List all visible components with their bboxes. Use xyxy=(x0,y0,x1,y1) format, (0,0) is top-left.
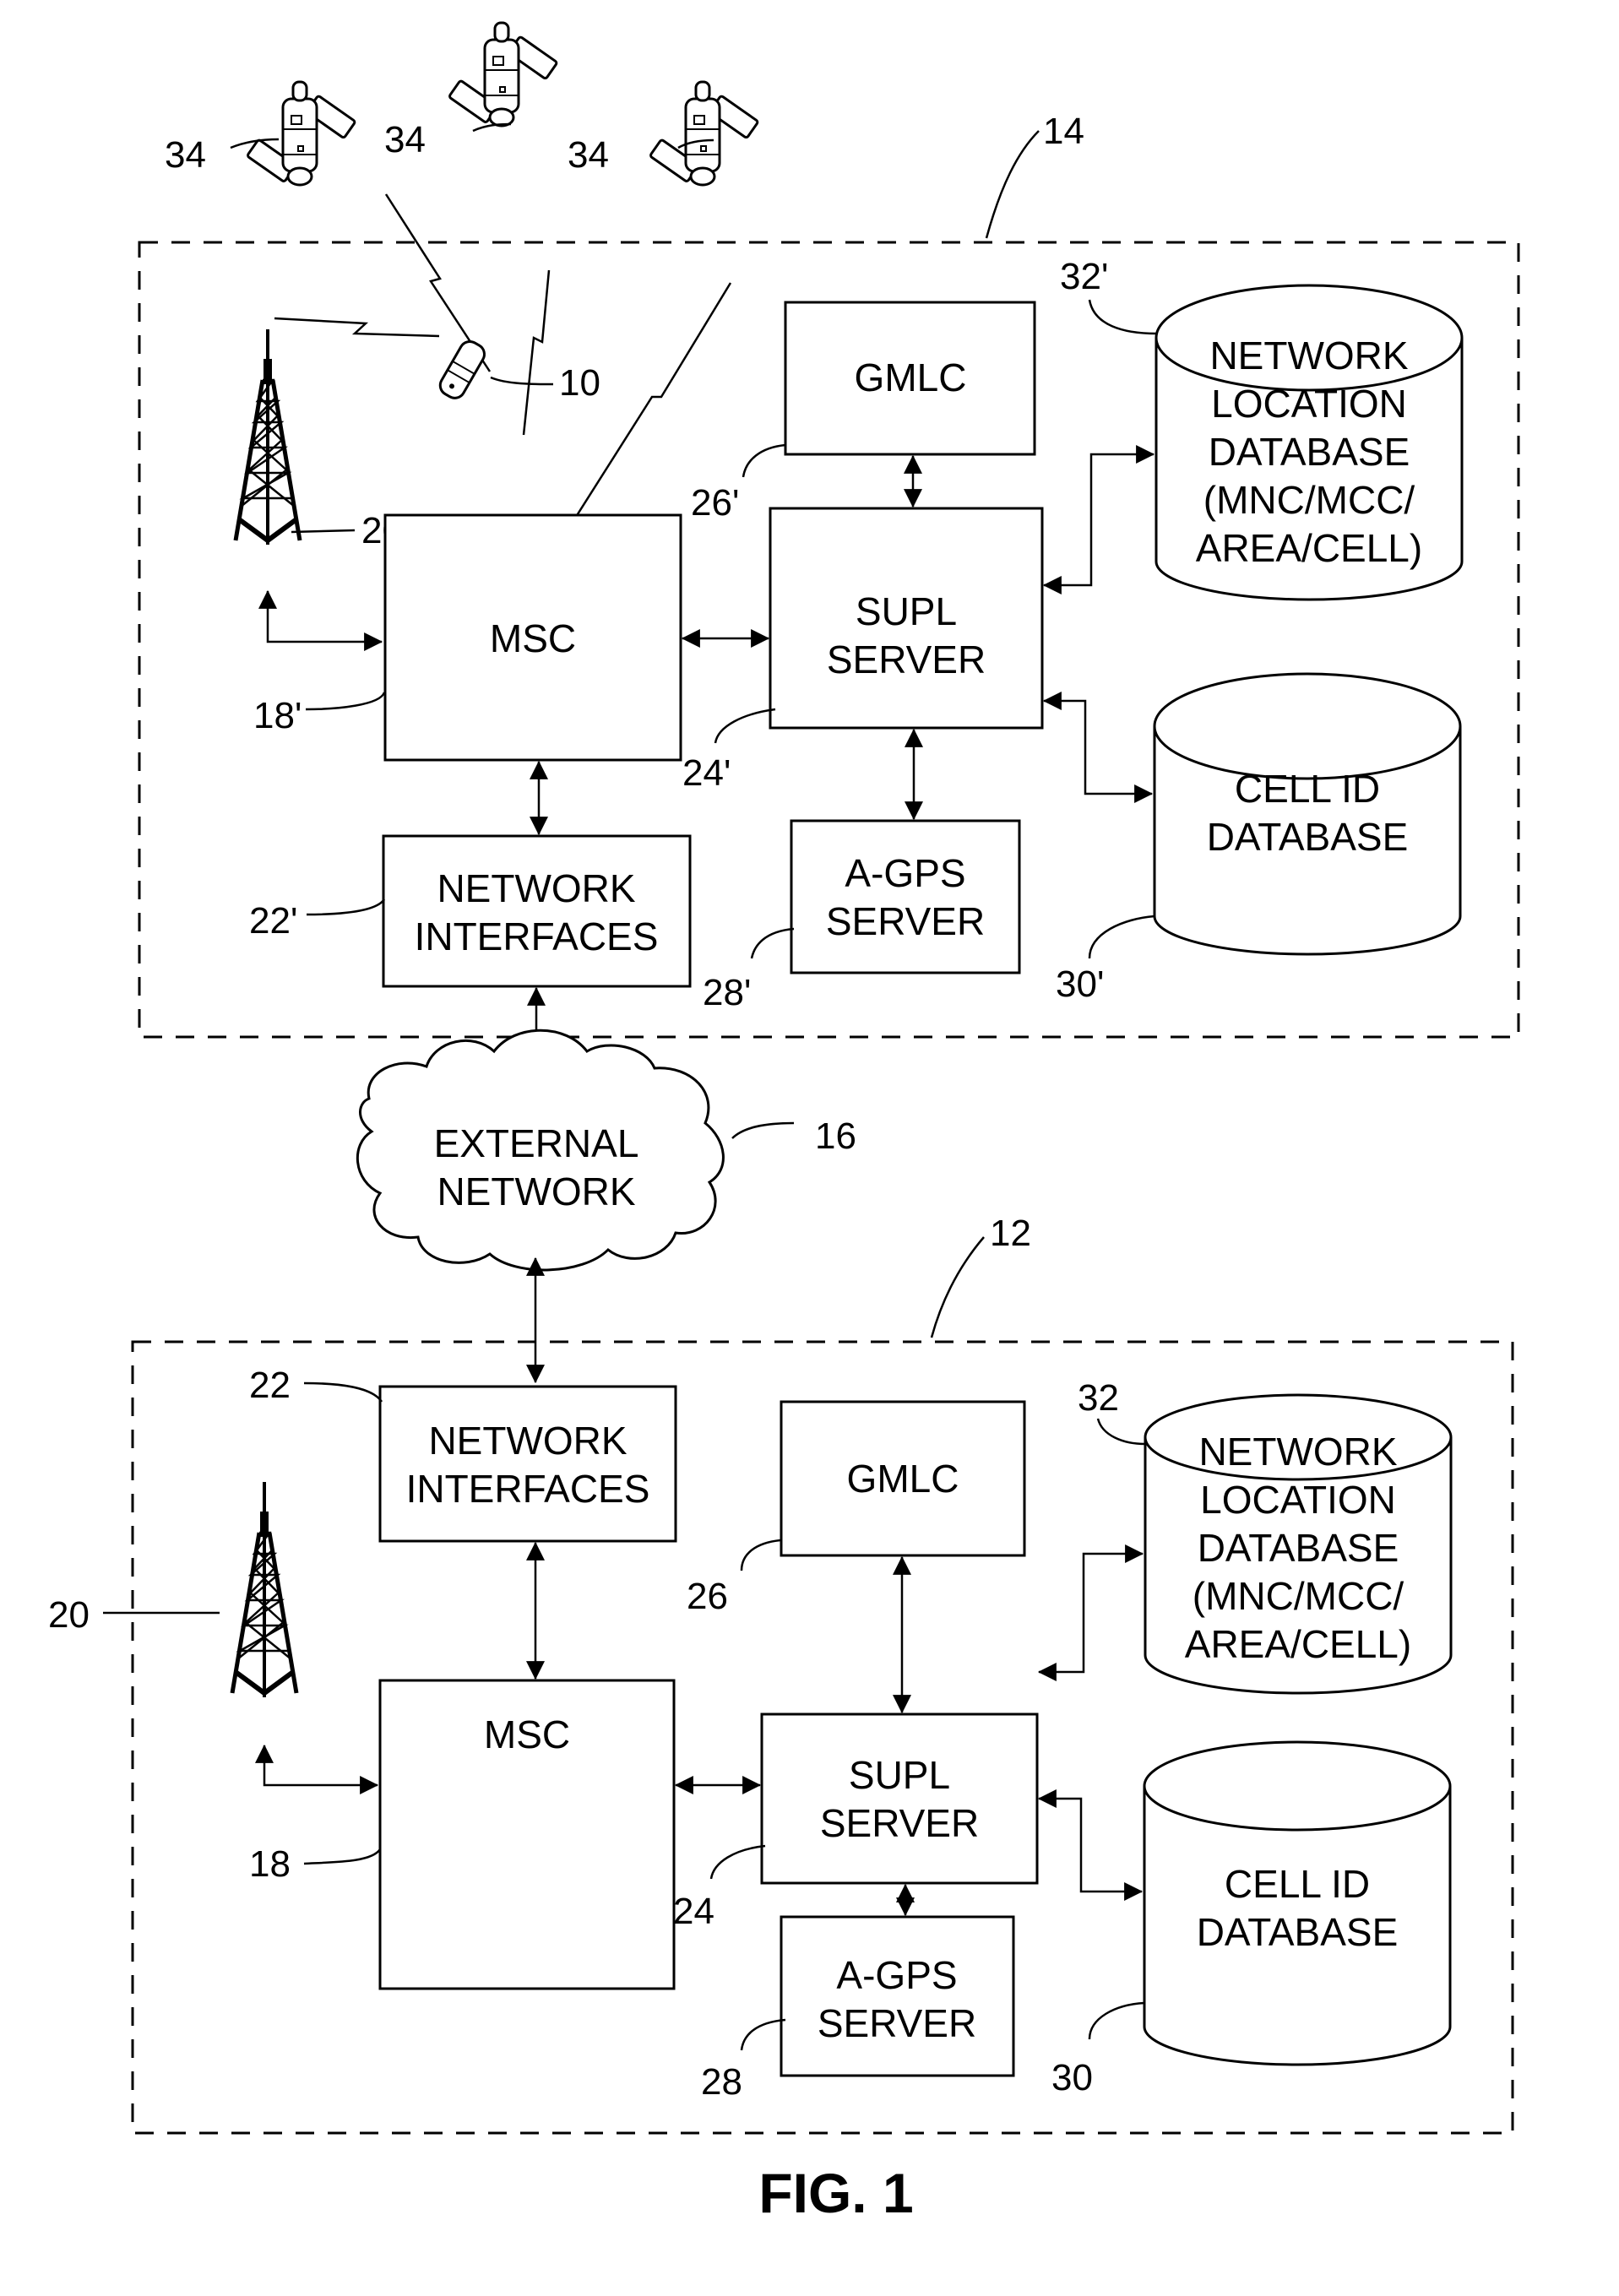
connector-supl-cellid xyxy=(1042,692,1154,803)
supl-server-text: SUPL xyxy=(856,589,957,633)
ref-label-16: 16 xyxy=(815,1115,856,1157)
network-location-db-text: (MNC/MCC/ xyxy=(1193,1574,1404,1618)
network-interfaces-box[interactable] xyxy=(382,834,692,988)
connector-tower-msc xyxy=(255,1744,379,1794)
supl-server-text: SERVER xyxy=(820,1801,979,1845)
ref-label-30p: 30' xyxy=(1056,963,1104,1005)
leader-line-22 xyxy=(303,1381,383,1403)
leader-line-12 xyxy=(930,1236,985,1338)
leader-line-28p xyxy=(750,927,795,959)
ref-label-28: 28 xyxy=(701,2061,742,2103)
cell-id-database[interactable] xyxy=(1153,672,1462,956)
satellite-icon xyxy=(648,80,760,187)
cell-id-db-text: DATABASE xyxy=(1197,1910,1399,1954)
network-interfaces-text: INTERFACES xyxy=(415,915,659,958)
system-diagram: 14 34 34 34 10 20' GMLC 26' MSC 18' SUPL… xyxy=(48,21,1520,2224)
supl-server-text: SUPL xyxy=(849,1753,950,1797)
ref-label-34: 34 xyxy=(384,119,426,160)
mobile-phone-icon xyxy=(438,339,486,399)
ref-label-12: 12 xyxy=(990,1213,1031,1254)
leader-line-34 xyxy=(472,122,512,133)
network-location-db-text: LOCATION xyxy=(1211,382,1407,426)
network-interfaces-text: INTERFACES xyxy=(406,1467,650,1511)
leader-line-10 xyxy=(490,376,554,386)
leader-line-24 xyxy=(709,1844,766,1880)
ref-label-22p: 22' xyxy=(249,900,297,942)
connector-tower-msc xyxy=(258,589,383,651)
ref-label-26p: 26' xyxy=(691,482,739,524)
network-location-db-text: (MNC/MCC/ xyxy=(1203,478,1415,522)
tower-phone-signal xyxy=(274,317,440,338)
agps-server-text: SERVER xyxy=(826,899,985,943)
leader-line-26p xyxy=(742,443,786,478)
network-interfaces-text: NETWORK xyxy=(428,1419,627,1463)
agps-server-box[interactable] xyxy=(790,819,1021,974)
ref-label-32p: 32' xyxy=(1060,256,1108,297)
ref-label-18p: 18' xyxy=(253,695,302,736)
cell-tower-icon xyxy=(232,1482,296,1697)
leader-line-18 xyxy=(303,1848,382,1865)
ref-label-26: 26 xyxy=(687,1576,728,1617)
gmlc-text: GMLC xyxy=(855,356,967,399)
connector-supl-nldb xyxy=(1042,445,1155,594)
connector-supl-nldb xyxy=(1037,1544,1144,1681)
leader-line-32p xyxy=(1088,299,1157,335)
leader-line-18p xyxy=(305,692,386,711)
supl-server-text: SERVER xyxy=(827,638,986,681)
external-network-text: EXTERNAL xyxy=(434,1121,639,1165)
cell-id-db-text: CELL ID xyxy=(1235,767,1380,811)
connector-supl-cellid xyxy=(1037,1789,1144,1901)
network-location-db-text: NETWORK xyxy=(1198,1430,1397,1474)
network-location-db-text: DATABASE xyxy=(1209,430,1410,474)
network-location-db-text: NETWORK xyxy=(1209,334,1408,377)
network-interfaces-box[interactable] xyxy=(378,1385,677,1543)
ref-label-30: 30 xyxy=(1051,2057,1093,2098)
ref-label-10: 10 xyxy=(559,362,600,404)
leader-line-22p xyxy=(306,898,386,916)
ref-label-14: 14 xyxy=(1043,111,1084,152)
ref-label-24: 24 xyxy=(673,1891,714,1932)
msc-text: MSC xyxy=(484,1713,570,1756)
ref-label-18: 18 xyxy=(249,1843,291,1885)
ref-label-34: 34 xyxy=(568,134,609,176)
network-location-db-text: DATABASE xyxy=(1198,1526,1399,1570)
leader-line-16 xyxy=(731,1121,795,1139)
ref-label-20: 20 xyxy=(48,1594,90,1636)
network-interfaces-text: NETWORK xyxy=(437,866,635,910)
cell-id-db-text: CELL ID xyxy=(1225,1862,1370,1906)
ref-label-24p: 24' xyxy=(682,752,731,794)
leader-line-30p xyxy=(1088,915,1155,959)
external-network-text: NETWORK xyxy=(437,1170,635,1213)
leader-line-14 xyxy=(985,130,1040,239)
cell-id-db-text: DATABASE xyxy=(1207,815,1409,859)
ref-label-34: 34 xyxy=(165,134,206,176)
gmlc-text: GMLC xyxy=(847,1457,959,1501)
agps-server-text: SERVER xyxy=(818,2001,976,2045)
supl-server-box[interactable] xyxy=(760,1713,1039,1885)
ref-label-22: 22 xyxy=(249,1365,291,1406)
network-location-db-text: AREA/CELL) xyxy=(1196,526,1422,570)
ref-label-32: 32 xyxy=(1078,1377,1119,1419)
agps-server-text: A-GPS xyxy=(845,851,965,895)
figure-caption: FIG. 1 xyxy=(758,2162,913,2224)
ref-label-28p: 28' xyxy=(703,972,751,1013)
msc-text: MSC xyxy=(490,616,576,660)
leader-line-28 xyxy=(740,2018,786,2051)
leader-line-24p xyxy=(714,708,776,744)
network-location-db-text: LOCATION xyxy=(1200,1478,1396,1522)
agps-server-text: A-GPS xyxy=(836,1953,957,1997)
leader-line-32 xyxy=(1096,1418,1146,1446)
network-location-db-text: AREA/CELL) xyxy=(1185,1622,1411,1666)
leader-line-26 xyxy=(740,1539,781,1571)
leader-line-30 xyxy=(1088,2001,1145,2040)
satellite-icon xyxy=(245,80,357,187)
satellite-signal xyxy=(522,269,551,436)
leader-line-20p xyxy=(291,529,356,534)
satellite-icon xyxy=(447,21,559,128)
cell-tower-icon xyxy=(236,329,300,545)
